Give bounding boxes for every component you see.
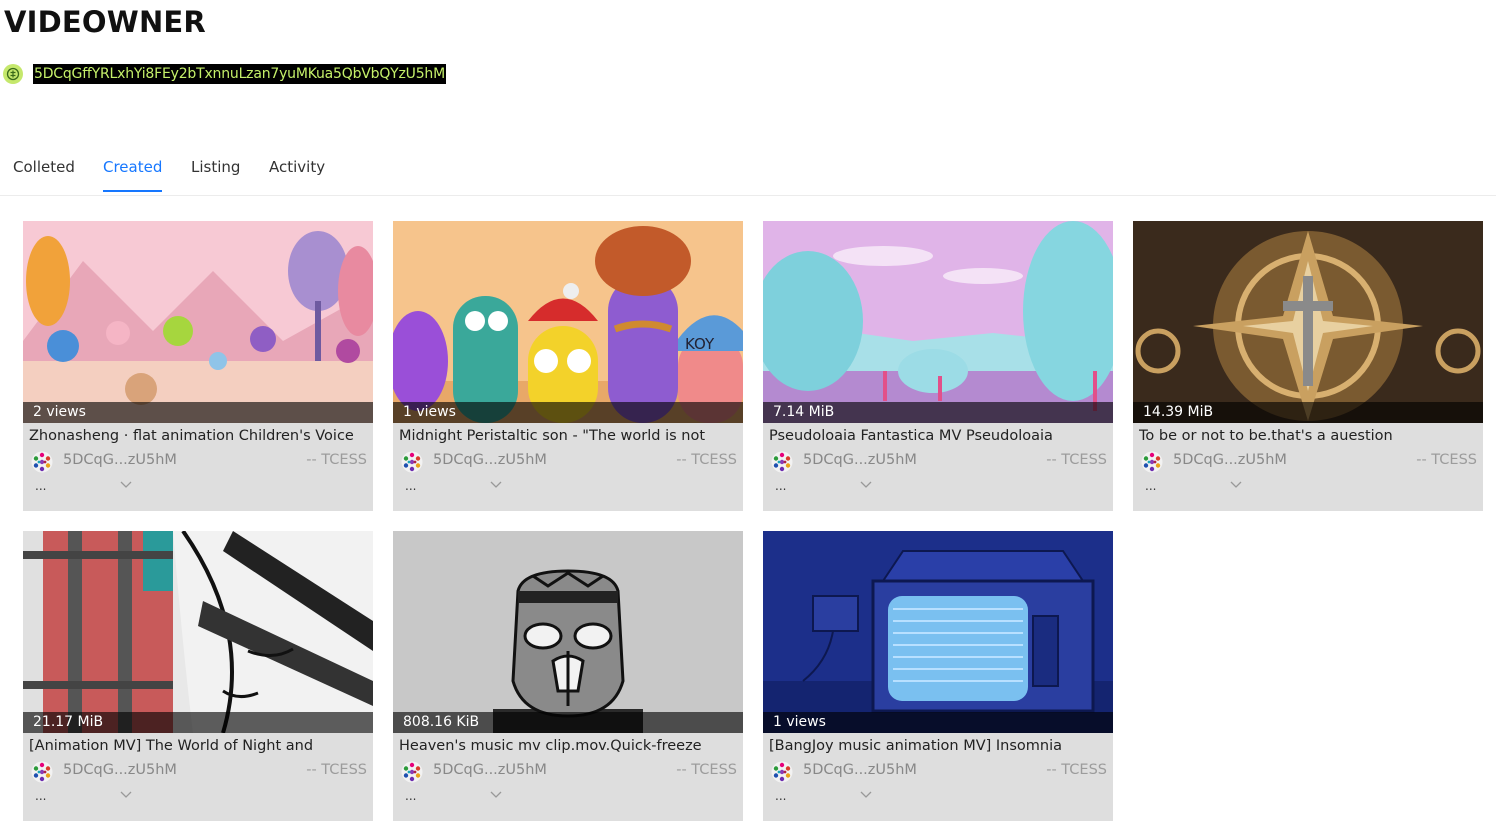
thumbnail-overlay: 808.16 KiB xyxy=(393,712,743,733)
chevron-down-icon[interactable] xyxy=(1230,480,1242,490)
overlay-stat: 808.16 KiB xyxy=(403,714,480,730)
polkadot-avatar-icon xyxy=(401,451,423,473)
chevron-down-icon[interactable] xyxy=(860,790,872,800)
owner-row: 5DCqG...zU5hM -- TCESS xyxy=(769,450,1107,473)
more-text: ... xyxy=(775,789,787,803)
price-tag: -- TCESS xyxy=(1416,452,1477,468)
overlay-stat: 1 views xyxy=(773,714,826,730)
owner-address[interactable]: 5DCqG...zU5hM xyxy=(803,452,917,468)
tab-activity[interactable]: Activity xyxy=(269,158,325,190)
wallet-icon xyxy=(3,64,23,84)
video-card[interactable]: KOY 1 views Midnight Peristaltic son - "… xyxy=(393,221,743,511)
video-title[interactable]: [BangJoy music animation MV] Insomnia xyxy=(769,738,1107,754)
video-title[interactable]: To be or not to be.that's a auestion xyxy=(1139,428,1477,444)
owner-row: 5DCqG...zU5hM -- TCESS xyxy=(1139,450,1477,473)
owner-address[interactable]: 5DCqG...zU5hM xyxy=(433,762,547,778)
thumbnail-overlay: 14.39 MiB xyxy=(1133,402,1483,423)
profile-tabs: Colleted Created Listing Activity xyxy=(0,146,1496,196)
account-address-row: 5DCqGffYRLxhYi8FEy2bTxnnuLzan7yuMKua5QbV… xyxy=(3,63,446,85)
more-text: ... xyxy=(1145,479,1157,493)
chevron-down-icon[interactable] xyxy=(120,790,132,800)
polkadot-avatar-icon xyxy=(401,761,423,783)
video-title[interactable]: Midnight Peristaltic son - "The world is… xyxy=(399,428,737,444)
owner-row: 5DCqG...zU5hM -- TCESS xyxy=(29,450,367,473)
chevron-down-icon[interactable] xyxy=(860,480,872,490)
polkadot-avatar-icon xyxy=(31,761,53,783)
price-tag: -- TCESS xyxy=(676,762,737,778)
thumbnail-overlay: 2 views xyxy=(23,402,373,423)
tab-listing[interactable]: Listing xyxy=(191,158,240,190)
thumbnail-overlay: 7.14 MiB xyxy=(763,402,1113,423)
polkadot-avatar-icon xyxy=(31,451,53,473)
owner-address[interactable]: 5DCqG...zU5hM xyxy=(803,762,917,778)
svg-text:KOY: KOY xyxy=(685,335,715,353)
chevron-down-icon[interactable] xyxy=(490,790,502,800)
owner-row: 5DCqG...zU5hM -- TCESS xyxy=(769,760,1107,783)
video-title[interactable]: Heaven's music mv clip.mov.Quick-freeze xyxy=(399,738,737,754)
video-thumbnail[interactable]: 14.39 MiB xyxy=(1133,221,1483,423)
price-tag: -- TCESS xyxy=(1046,762,1107,778)
overlay-stat: 14.39 MiB xyxy=(1143,404,1214,420)
video-card[interactable]: 2 views Zhonasheng · flat animation Chil… xyxy=(23,221,373,511)
video-thumbnail[interactable]: KOY 1 views xyxy=(393,221,743,423)
overlay-stat: 2 views xyxy=(33,404,86,420)
page-title: VIDEOWNER xyxy=(4,5,206,39)
video-thumbnail[interactable]: 1 views xyxy=(763,531,1113,733)
thumbnail-overlay: 21.17 MiB xyxy=(23,712,373,733)
owner-row: 5DCqG...zU5hM -- TCESS xyxy=(399,760,737,783)
video-thumbnail[interactable]: 2 views xyxy=(23,221,373,423)
thumbnail-overlay: 1 views xyxy=(393,402,743,423)
price-tag: -- TCESS xyxy=(676,452,737,468)
polkadot-avatar-icon xyxy=(771,451,793,473)
more-text: ... xyxy=(35,479,47,493)
video-thumbnail[interactable]: 21.17 MiB xyxy=(23,531,373,733)
polkadot-avatar-icon xyxy=(1141,451,1163,473)
polkadot-avatar-icon xyxy=(771,761,793,783)
video-card[interactable]: 808.16 KiB Heaven's music mv clip.mov.Qu… xyxy=(393,531,743,821)
overlay-stat: 7.14 MiB xyxy=(773,404,835,420)
more-text: ... xyxy=(405,479,417,493)
owner-address[interactable]: 5DCqG...zU5hM xyxy=(433,452,547,468)
more-text: ... xyxy=(405,789,417,803)
price-tag: -- TCESS xyxy=(1046,452,1107,468)
overlay-stat: 21.17 MiB xyxy=(33,714,104,730)
video-card[interactable]: 14.39 MiB To be or not to be.that's a au… xyxy=(1133,221,1483,511)
chevron-down-icon[interactable] xyxy=(120,480,132,490)
owner-address[interactable]: 5DCqG...zU5hM xyxy=(63,452,177,468)
tab-colleted[interactable]: Colleted xyxy=(13,158,75,190)
video-thumbnail[interactable]: 808.16 KiB xyxy=(393,531,743,733)
video-card[interactable]: 21.17 MiB [Animation MV] The World of Ni… xyxy=(23,531,373,821)
owner-address[interactable]: 5DCqG...zU5hM xyxy=(1173,452,1287,468)
video-title[interactable]: Zhonasheng · flat animation Children's V… xyxy=(29,428,367,444)
chevron-down-icon[interactable] xyxy=(490,480,502,490)
more-text: ... xyxy=(35,789,47,803)
price-tag: -- TCESS xyxy=(306,762,367,778)
overlay-stat: 1 views xyxy=(403,404,456,420)
tab-created[interactable]: Created xyxy=(103,158,163,192)
video-title[interactable]: [Animation MV] The World of Night and xyxy=(29,738,367,754)
owner-row: 5DCqG...zU5hM -- TCESS xyxy=(399,450,737,473)
account-address[interactable]: 5DCqGffYRLxhYi8FEy2bTxnnuLzan7yuMKua5QbV… xyxy=(33,64,446,84)
more-text: ... xyxy=(775,479,787,493)
video-card[interactable]: 1 views [BangJoy music animation MV] Ins… xyxy=(763,531,1113,821)
video-card[interactable]: 7.14 MiB Pseudoloaia Fantastica MV Pseud… xyxy=(763,221,1113,511)
price-tag: -- TCESS xyxy=(306,452,367,468)
video-thumbnail[interactable]: 7.14 MiB xyxy=(763,221,1113,423)
owner-row: 5DCqG...zU5hM -- TCESS xyxy=(29,760,367,783)
thumbnail-overlay: 1 views xyxy=(763,712,1113,733)
video-title[interactable]: Pseudoloaia Fantastica MV Pseudoloaia xyxy=(769,428,1107,444)
owner-address[interactable]: 5DCqG...zU5hM xyxy=(63,762,177,778)
